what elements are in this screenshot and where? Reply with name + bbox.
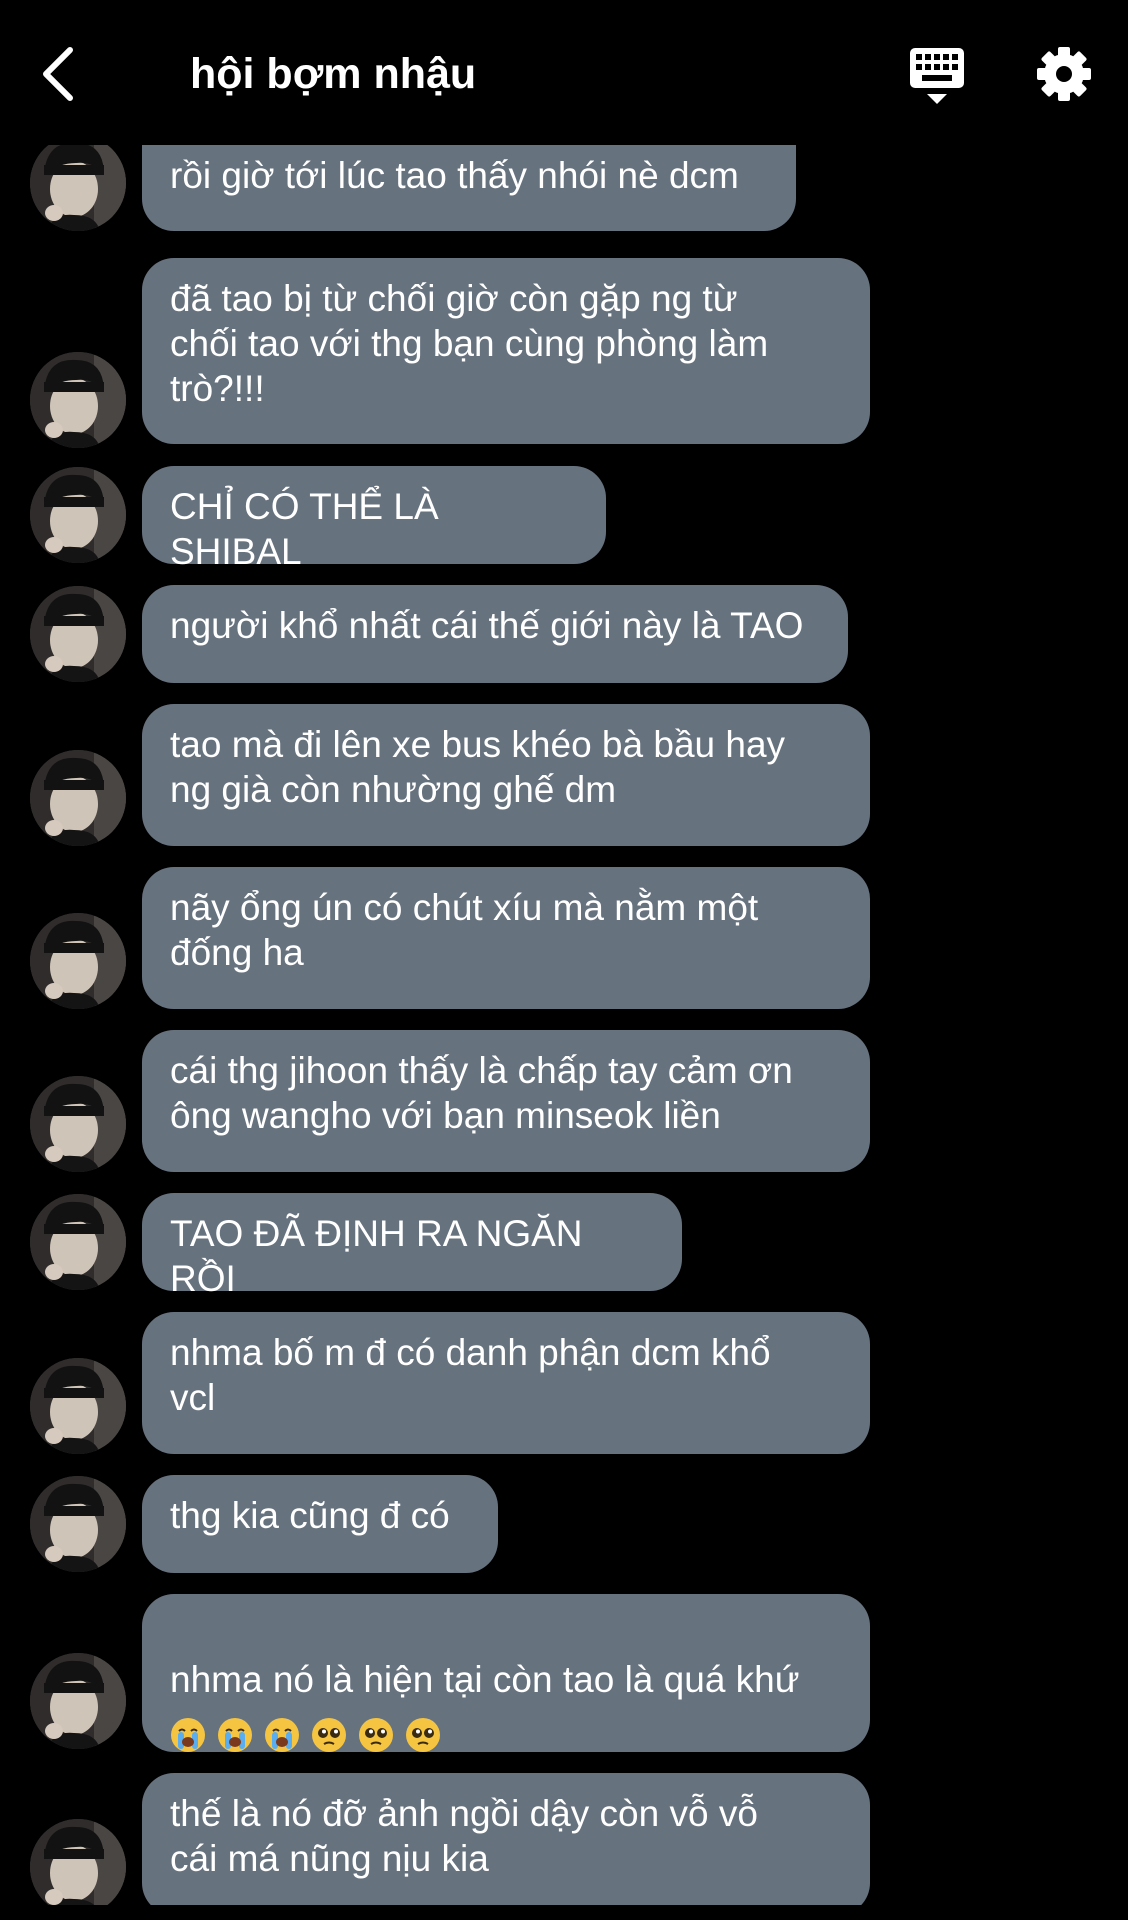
pleading-face-emoji [311, 1717, 347, 1753]
avatar[interactable] [30, 1194, 126, 1290]
crying-face-emoji [170, 1717, 206, 1753]
crying-face-emoji [217, 1717, 253, 1753]
message-bubble[interactable]: thg kia cũng đ có [142, 1475, 498, 1573]
message-bubble[interactable]: TAO ĐÃ ĐỊNH RA NGĂN RỒI [142, 1193, 682, 1299]
avatar[interactable] [30, 1819, 126, 1905]
message-bubble[interactable]: rồi giờ tới lúc tao thấy nhói nè dcm [142, 145, 796, 231]
pleading-face-emoji [358, 1717, 394, 1753]
avatar[interactable] [30, 352, 126, 448]
message-bubble[interactable]: đã tao bị từ chối giờ còn gặp ng từ chối… [142, 258, 870, 444]
chevron-left-icon [43, 47, 73, 101]
message-bubble[interactable]: tao mà đi lên xe bus khéo bà bầu hay ng … [142, 704, 870, 846]
bottom-edge [0, 1905, 1128, 1920]
message-bubble[interactable]: người khổ nhất cái thế giới này là TAO [142, 585, 848, 683]
crying-face-emoji [264, 1717, 300, 1753]
message-bubble[interactable]: thế là nó đỡ ảnh ngồi dậy còn vỗ vỗ cái … [142, 1773, 870, 1905]
avatar[interactable] [30, 586, 126, 682]
avatar[interactable] [30, 1653, 126, 1749]
chat-title: hội bợm nhậu [190, 50, 477, 98]
message-bubble[interactable]: nhma bố m đ có danh phận dcm khổ vcl [142, 1312, 870, 1454]
pleading-face-emoji [405, 1717, 441, 1753]
message-bubble[interactable]: cái thg jihoon thấy là chấp tay cảm ơn ô… [142, 1030, 870, 1172]
avatar[interactable] [30, 145, 126, 231]
message-bubble[interactable]: CHỈ CÓ THỂ LÀ SHIBAL [142, 466, 606, 572]
avatar[interactable] [30, 913, 126, 1009]
keyboard-icon [910, 48, 964, 104]
chat-header: hội bợm nhậu [0, 0, 1128, 145]
avatar[interactable] [30, 750, 126, 846]
back-button[interactable] [38, 44, 78, 104]
avatar[interactable] [30, 1358, 126, 1454]
message-bubble[interactable]: nhma nó là hiện tại còn tao là quá khứ [142, 1594, 870, 1753]
message-bubble[interactable]: nãy ổng ún có chút xíu mà nằm một đống h… [142, 867, 870, 1009]
keyboard-button[interactable] [908, 46, 966, 108]
gear-icon [1037, 47, 1091, 101]
message-list[interactable]: rồi giờ tới lúc tao thấy nhói nè dcm đã … [0, 145, 1128, 1905]
avatar[interactable] [30, 1076, 126, 1172]
avatar[interactable] [30, 467, 126, 563]
settings-button[interactable] [1036, 46, 1092, 102]
avatar[interactable] [30, 1476, 126, 1572]
emoji-row [170, 1710, 842, 1753]
message-text: nhma nó là hiện tại còn tao là quá khứ [170, 1659, 800, 1700]
